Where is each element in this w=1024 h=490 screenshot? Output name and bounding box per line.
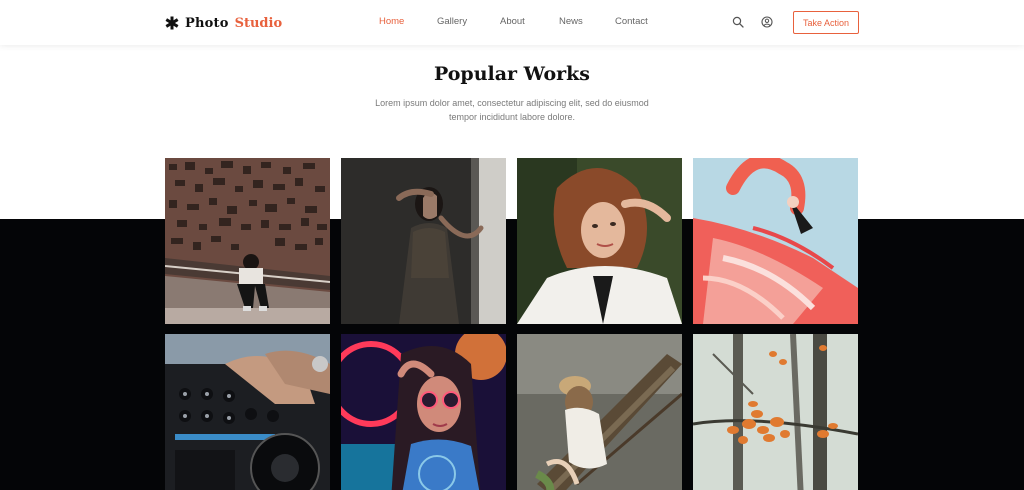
subtitle-line-2: tempor incididunt labore dolore. bbox=[448, 112, 576, 122]
top-navbar: Photo Studio Home Gallery About News Con… bbox=[0, 0, 1024, 45]
photo-red-haired-woman bbox=[517, 158, 682, 324]
nav-gallery[interactable]: Gallery bbox=[437, 16, 467, 27]
nav-about[interactable]: About bbox=[500, 16, 525, 27]
photo-woman-in-boat bbox=[517, 334, 682, 490]
gallery-tile-4[interactable] bbox=[693, 158, 858, 324]
gallery-tile-5[interactable] bbox=[165, 334, 330, 490]
section-title: Popular Works bbox=[433, 63, 591, 85]
subtitle-line-1: Lorem ipsum dolor amet, consectetur adip… bbox=[375, 98, 649, 108]
user-icon[interactable] bbox=[761, 16, 773, 28]
photo-man-crouching bbox=[165, 158, 330, 324]
nav-contact[interactable]: Contact bbox=[615, 16, 648, 27]
gallery-tile-2[interactable] bbox=[341, 158, 506, 324]
brand-accent: Studio bbox=[234, 15, 283, 31]
gallery-tile-7[interactable] bbox=[517, 334, 682, 490]
gallery-tile-6[interactable] bbox=[341, 334, 506, 490]
gallery-tile-8[interactable] bbox=[693, 334, 858, 490]
photo-woman-dark-room bbox=[341, 158, 506, 324]
section-subtitle: Lorem ipsum dolor amet, consectetur adip… bbox=[362, 96, 662, 124]
photo-flamingo bbox=[693, 158, 858, 324]
photo-autumn-forest bbox=[693, 334, 858, 490]
photo-dj-mixer bbox=[165, 334, 330, 490]
nav-news[interactable]: News bbox=[559, 16, 583, 27]
nav-home[interactable]: Home bbox=[379, 16, 404, 27]
search-icon[interactable] bbox=[732, 16, 744, 28]
photo-woman-neon bbox=[341, 334, 506, 490]
gallery-tile-3[interactable] bbox=[517, 158, 682, 324]
gallery-tile-1[interactable] bbox=[165, 158, 330, 324]
take-action-button[interactable]: Take Action bbox=[793, 11, 859, 34]
asterisk-icon bbox=[165, 16, 179, 30]
brand-name: Photo bbox=[185, 15, 229, 31]
dark-background-band bbox=[0, 219, 1024, 490]
brand-logo[interactable]: Photo Studio bbox=[165, 13, 282, 33]
